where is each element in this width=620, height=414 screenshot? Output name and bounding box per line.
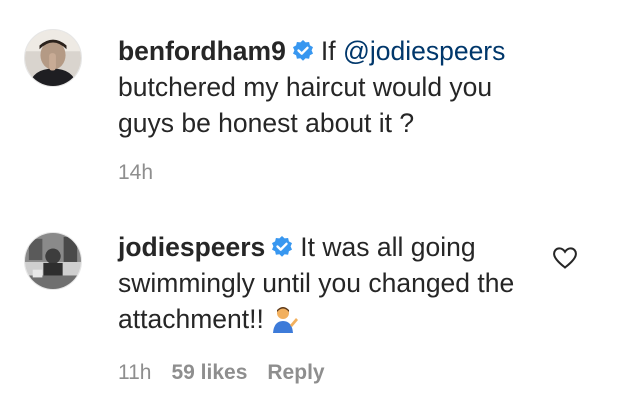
comment-body: benfordham9 If @jodiespeers butchered my h… <box>118 33 518 141</box>
avatar-image <box>25 233 81 289</box>
timestamp[interactable]: 11h <box>118 361 151 384</box>
timestamp[interactable]: 14h <box>118 161 153 184</box>
mention-link[interactable]: @jodiespeers <box>343 36 505 66</box>
reply-button[interactable]: Reply <box>267 361 324 384</box>
person-tipping-hand-icon <box>270 304 300 334</box>
like-count[interactable]: 59 likes <box>171 361 247 384</box>
comment-meta: 14h <box>118 161 173 185</box>
username[interactable]: benfordham9 <box>118 36 286 66</box>
avatar-image <box>25 30 81 86</box>
avatar[interactable] <box>24 29 82 87</box>
like-heart-icon[interactable] <box>552 246 578 270</box>
comment-text: butchered my haircut would you guys be h… <box>118 72 493 138</box>
avatar[interactable] <box>24 232 82 290</box>
comment-text-prefix: If <box>320 36 343 66</box>
username[interactable]: jodiespeers <box>118 232 265 262</box>
comment-meta: 11h 59 likes Reply <box>118 361 345 385</box>
comment-body: jodiespeers It was all going swimmingly u… <box>118 229 518 337</box>
verified-badge-icon <box>270 232 294 257</box>
verified-badge-icon <box>291 36 315 61</box>
